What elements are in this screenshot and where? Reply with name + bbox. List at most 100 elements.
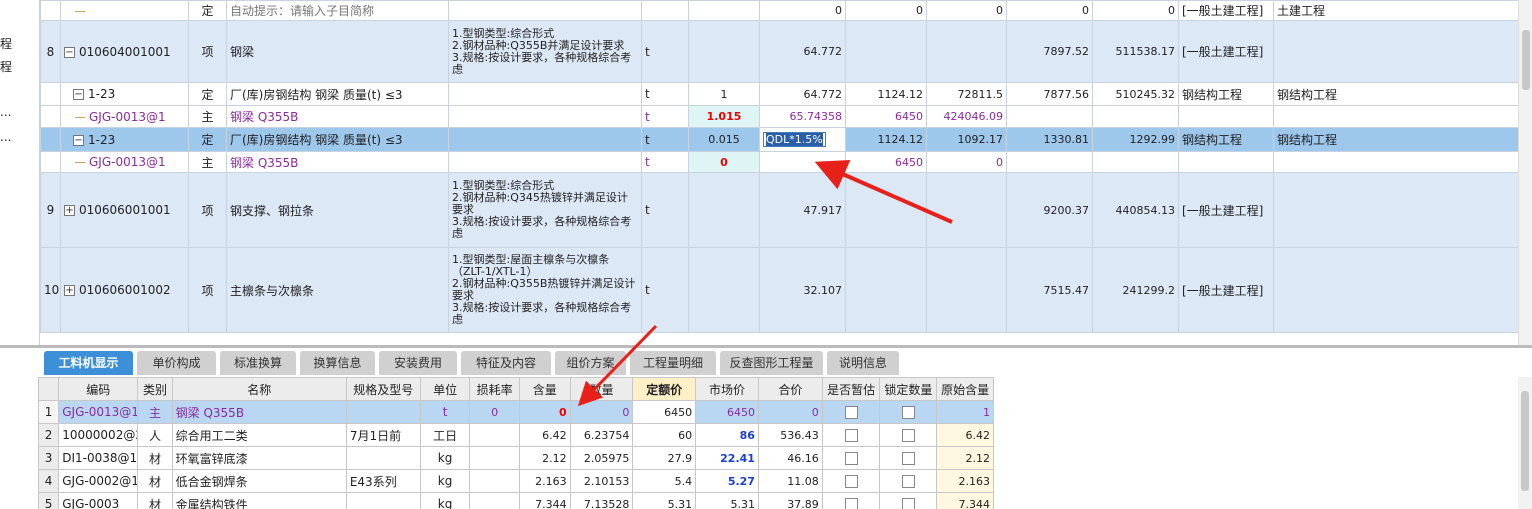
column-header[interactable]: 原始含量 <box>936 377 994 401</box>
resource-cat-cell[interactable]: 材 <box>137 492 173 509</box>
left-item[interactable]: 程 <box>0 35 12 52</box>
resource-market-cell[interactable]: 5.27 <box>695 469 759 493</box>
resource-cat-cell[interactable]: 主 <box>137 400 173 424</box>
resource-spec-cell[interactable] <box>345 400 421 424</box>
column-header[interactable]: 是否暂估 <box>821 377 881 401</box>
column-header[interactable]: 编码 <box>58 377 139 401</box>
qty-expression-cell[interactable] <box>688 20 760 83</box>
bill-row[interactable]: 9 +010606001001 项 钢支撑、钢拉条 1.型钢类型:综合形式 2.钢材品种… <box>40 172 1518 248</box>
lock-qty-checkbox[interactable] <box>901 498 915 509</box>
collapse-icon[interactable]: − <box>64 46 75 58</box>
name-cell[interactable]: 钢梁 Q355B <box>226 151 449 173</box>
resource-orig-cell[interactable]: 2.12 <box>936 446 994 470</box>
resource-lock-cell[interactable] <box>879 400 938 424</box>
resource-est-cell[interactable] <box>821 446 881 470</box>
tab-2[interactable]: 标准换算 <box>220 351 296 375</box>
scroll-thumb[interactable] <box>1521 391 1529 491</box>
code-cell[interactable] <box>60 0 189 21</box>
lock-qty-checkbox[interactable] <box>901 406 915 419</box>
quantity-cell[interactable]: 0 <box>759 0 846 21</box>
quantity-cell[interactable]: QDL*1.5% <box>759 127 846 152</box>
resource-content-cell[interactable]: 0 <box>518 400 571 424</box>
lock-qty-checkbox[interactable] <box>901 475 915 488</box>
resource-market-cell[interactable]: 22.41 <box>695 446 759 470</box>
resource-loss-cell[interactable]: 0 <box>469 400 520 424</box>
feature-cell[interactable]: 1.型钢类型:综合形式 2.钢材品种:Q345热镀锌并满足设计要求 3.规格:按… <box>448 172 642 248</box>
bill-row[interactable]: −1-23 定 厂(库)房钢结构 钢梁 质量(t) ≤3 t 0.015 QDL*1.5%… <box>40 127 1518 152</box>
resource-unit-cell[interactable]: kg <box>419 492 471 509</box>
tab-6[interactable]: 组价方案 <box>555 351 626 375</box>
estimate-checkbox[interactable] <box>844 452 858 465</box>
quantity-cell[interactable]: 47.917 <box>759 172 846 248</box>
resource-cat-cell[interactable]: 人 <box>137 423 173 447</box>
left-item[interactable]: ... <box>0 130 11 144</box>
expand-icon[interactable]: + <box>64 205 75 216</box>
quantity-cell[interactable]: 64.772 <box>759 20 846 83</box>
column-header[interactable] <box>38 377 60 401</box>
resource-name-cell[interactable]: 钢梁 Q355B <box>171 400 347 424</box>
estimate-checkbox[interactable] <box>844 429 858 442</box>
resource-lock-cell[interactable] <box>879 492 938 509</box>
tab-9[interactable]: 说明信息 <box>827 351 899 375</box>
feature-cell[interactable] <box>448 0 642 21</box>
qty-expression-cell[interactable]: 1 <box>688 82 760 106</box>
resource-est-cell[interactable] <box>821 492 881 509</box>
resource-spec-cell[interactable]: E43系列 <box>345 469 421 493</box>
scroll-thumb[interactable] <box>1522 30 1530 90</box>
qty-expression-cell[interactable]: 0 <box>688 151 760 173</box>
resource-quota-cell[interactable]: 5.4 <box>632 469 697 493</box>
resource-lock-cell[interactable] <box>879 446 938 470</box>
quantity-cell[interactable] <box>759 151 846 173</box>
resource-row[interactable]: 5 GJG-0003 材 金属结构铁件 kg 7.344 7.13528 5.31 5.31 37… <box>38 492 994 509</box>
code-cell[interactable]: GJG-0013@1 <box>60 151 189 173</box>
resource-orig-cell[interactable]: 2.163 <box>936 469 994 493</box>
code-cell[interactable]: −010604001001 <box>60 20 189 83</box>
resource-qty-cell[interactable]: 7.13528 <box>569 492 634 509</box>
quantity-cell[interactable]: 32.107 <box>759 247 846 333</box>
resource-total-cell[interactable]: 11.08 <box>757 469 823 493</box>
code-cell[interactable]: +010606001001 <box>60 172 189 248</box>
resource-quota-cell[interactable]: 60 <box>632 423 697 447</box>
qty-expression-cell[interactable] <box>688 247 760 333</box>
resource-est-cell[interactable] <box>821 469 881 493</box>
resource-total-cell[interactable]: 37.89 <box>757 492 823 509</box>
resource-total-cell[interactable]: 0 <box>757 400 823 424</box>
resource-row[interactable]: 4 GJG-0002@1 材低合金钢焊条 E43系列 kg 2.163 2.10153 5.4… <box>38 469 994 493</box>
resource-name-cell[interactable]: 金属结构铁件 <box>171 492 347 509</box>
column-header[interactable]: 定额价 <box>632 377 697 401</box>
resource-row[interactable]: 1 GJG-0013@1 主钢梁 Q355B t 0 0 0 6450 6450 0 1 <box>38 400 994 424</box>
resource-qty-cell[interactable]: 2.05975 <box>569 446 634 470</box>
resource-lock-cell[interactable] <box>879 469 938 493</box>
column-header[interactable]: 锁定数量 <box>879 377 938 401</box>
feature-cell[interactable] <box>448 151 642 173</box>
column-header[interactable]: 单位 <box>419 377 471 401</box>
name-cell[interactable]: 钢梁 <box>226 20 449 83</box>
column-header[interactable]: 损耗率 <box>469 377 520 401</box>
qty-expression-cell[interactable] <box>688 0 760 21</box>
quantity-cell[interactable]: 65.74358 <box>759 105 846 128</box>
resource-orig-cell[interactable]: 6.42 <box>936 423 994 447</box>
resource-code-cell[interactable]: 10000002@2 <box>58 423 139 447</box>
name-cell[interactable]: 钢支撑、钢拉条 <box>226 172 449 248</box>
tab-8[interactable]: 反查图形工程量 <box>720 351 823 375</box>
resource-quota-cell[interactable]: 6450 <box>632 400 697 424</box>
resource-market-cell[interactable]: 6450 <box>695 400 759 424</box>
vertical-scrollbar-lower[interactable] <box>1518 377 1532 509</box>
column-header[interactable]: 含量 <box>518 377 571 401</box>
resource-total-cell[interactable]: 46.16 <box>757 446 823 470</box>
resource-row[interactable]: 3 DI1-0038@1 材环氧富锌底漆 kg 2.12 2.05975 27.9 22.41… <box>38 446 994 470</box>
resource-spec-cell[interactable]: 7月1日前 <box>345 423 421 447</box>
bill-row[interactable]: −1-23 定 厂(库)房钢结构 钢梁 质量(t) ≤3 t 1 64.772 1124.1… <box>40 82 1518 106</box>
name-cell[interactable]: 主檩条与次檩条 <box>226 247 449 333</box>
code-cell[interactable]: −1-23 <box>60 127 189 152</box>
resource-quota-cell[interactable]: 5.31 <box>632 492 697 509</box>
name-cell[interactable]: 厂(库)房钢结构 钢梁 质量(t) ≤3 <box>226 82 449 106</box>
estimate-checkbox[interactable] <box>844 406 858 419</box>
lock-qty-checkbox[interactable] <box>901 452 915 465</box>
feature-cell[interactable] <box>448 82 642 106</box>
collapse-icon[interactable]: − <box>73 89 84 100</box>
resource-content-cell[interactable]: 6.42 <box>518 423 571 447</box>
resource-unit-cell[interactable]: 工日 <box>419 423 471 447</box>
resource-quota-cell[interactable]: 27.9 <box>632 446 697 470</box>
resource-spec-cell[interactable] <box>345 492 421 509</box>
